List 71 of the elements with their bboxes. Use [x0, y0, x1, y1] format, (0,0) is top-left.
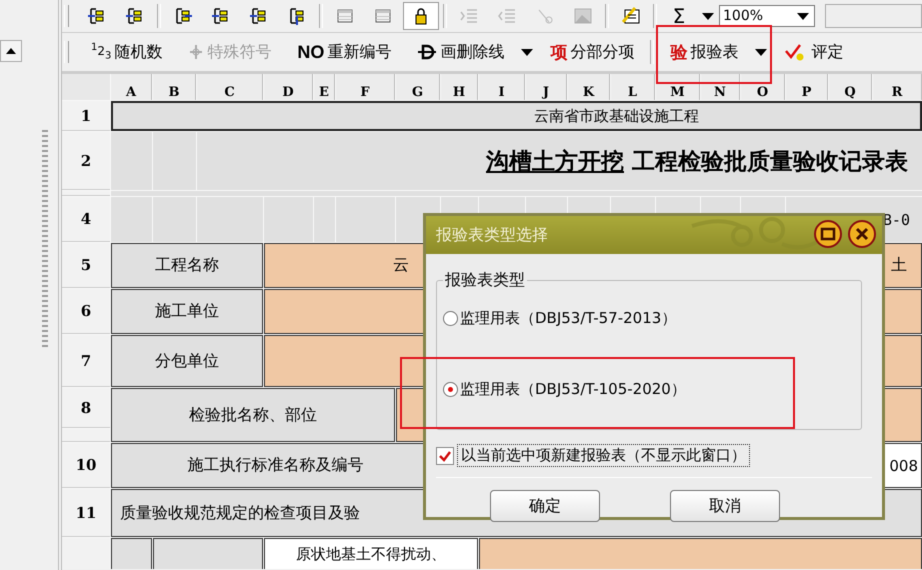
row-header[interactable]: 7: [62, 335, 110, 387]
column-header[interactable]: L: [611, 74, 655, 100]
row-header[interactable]: 4: [62, 197, 110, 242]
plus-icon: [188, 44, 204, 60]
table-cell: 原状地基土不得扰动、: [264, 538, 478, 569]
checkbox[interactable]: [436, 446, 454, 464]
cell-text: 云: [392, 255, 409, 276]
form-title: 工程检验批质量验收记录表: [632, 148, 908, 176]
radio-button[interactable]: [443, 311, 458, 326]
table-cell: 施工单位: [111, 289, 263, 334]
table-cell: 工程名称: [111, 243, 263, 288]
table-cell: [264, 197, 313, 242]
lock-button[interactable]: [403, 2, 439, 30]
table-cell: [336, 197, 395, 242]
column-header[interactable]: P: [786, 74, 828, 100]
toolbar-button[interactable]: 评定: [772, 37, 856, 67]
cell-text: 土: [891, 255, 908, 276]
toolbar-field[interactable]: [825, 4, 922, 28]
column-header[interactable]: B: [153, 74, 196, 100]
column-header[interactable]: E: [314, 74, 335, 100]
row-header[interactable]: 8: [62, 388, 110, 428]
column-header[interactable]: G: [396, 74, 440, 100]
column-header[interactable]: F: [336, 74, 395, 100]
table-cell: [153, 197, 196, 242]
scroll-up-button[interactable]: [0, 40, 22, 62]
toolbar-button[interactable]: 验 报验表: [658, 37, 750, 67]
row-header[interactable]: 2: [62, 132, 110, 190]
row-header[interactable]: 10: [62, 443, 110, 488]
column-header[interactable]: A: [111, 74, 152, 100]
ok-button[interactable]: 确定: [490, 490, 600, 522]
sum-button[interactable]: Σ: [661, 2, 697, 30]
toolbar-button[interactable]: NO 重新编号: [285, 37, 404, 67]
column-header[interactable]: K: [568, 74, 610, 100]
picture-icon: [573, 6, 593, 26]
cancel-button[interactable]: 取消: [670, 490, 780, 522]
table-cell: [111, 538, 152, 569]
column-header[interactable]: N: [701, 74, 740, 100]
column-header[interactable]: H: [441, 74, 478, 100]
toolbar-button[interactable]: 项 分部分项: [538, 37, 646, 67]
close-button[interactable]: [848, 220, 878, 250]
table-cell: [197, 197, 263, 242]
zoom-dropdown[interactable]: 100%: [719, 5, 815, 27]
strike-icon: [417, 44, 438, 60]
project-group-text: 云南省市政基础设施工程: [534, 106, 699, 126]
radio-option[interactable]: 监理用表（DBJ53/T-105-2020）: [443, 380, 855, 399]
radio-option[interactable]: 监理用表（DBJ53/T-57-2013）: [443, 309, 855, 328]
up-arrow-icon: [6, 48, 16, 54]
dialog-title: 报验表类型选择: [436, 224, 548, 246]
column-header[interactable]: M: [656, 74, 700, 100]
toolbar-button[interactable]: 画删除线: [405, 37, 516, 67]
table-cell: [314, 197, 335, 242]
toolbar-button[interactable]: $^{1}$2$_{3}$ 随机数: [79, 37, 174, 67]
row-header[interactable]: 11: [62, 489, 110, 537]
column-header[interactable]: D: [264, 74, 313, 100]
column-header[interactable]: I: [479, 74, 525, 100]
row-header[interactable]: 5: [62, 243, 110, 288]
table-cell: 分包单位: [111, 335, 263, 387]
row-header[interactable]: 1: [62, 101, 110, 131]
title-subject: 沟槽土方开挖: [486, 148, 624, 176]
radio-button[interactable]: [443, 382, 458, 397]
column-header[interactable]: Q: [829, 74, 872, 100]
table-cell: 检验批名称、部位: [111, 388, 395, 442]
input-cell[interactable]: [479, 538, 922, 569]
group-label: 报验表类型: [444, 270, 526, 291]
column-header[interactable]: R: [873, 74, 922, 100]
column-header[interactable]: C: [197, 74, 263, 100]
row-header[interactable]: 6: [62, 289, 110, 334]
column-header[interactable]: O: [741, 74, 785, 100]
maximize-button[interactable]: [814, 220, 844, 250]
table-cell: [111, 197, 152, 242]
column-header[interactable]: J: [526, 74, 567, 100]
